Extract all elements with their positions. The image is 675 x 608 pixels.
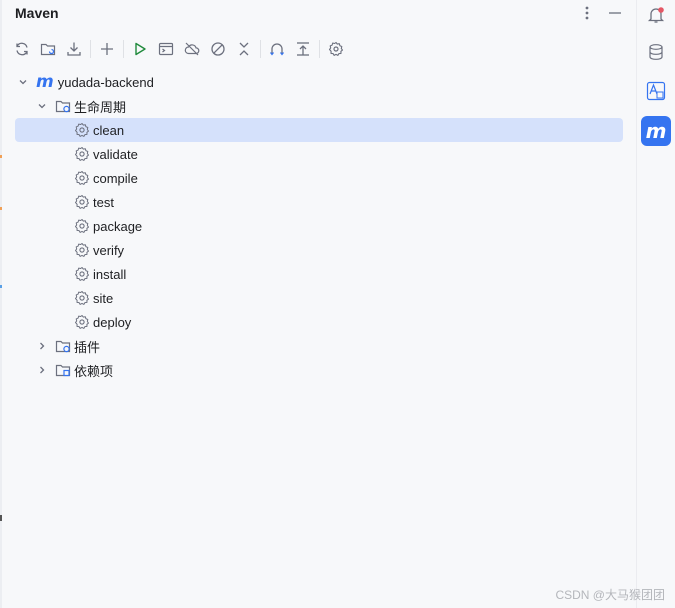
project-label: yudada-backend: [57, 74, 154, 90]
dependencies-label: 依赖项: [74, 363, 114, 379]
generate-sources-icon[interactable]: [38, 38, 58, 60]
gutter-marker: [0, 285, 2, 288]
gutter-marker: [0, 515, 2, 521]
goal-label: validate: [93, 146, 138, 162]
maven-icon: m: [36, 72, 54, 92]
goal-label: site: [93, 290, 114, 306]
tree-node-dependencies[interactable]: 依赖项: [35, 358, 435, 382]
database-button[interactable]: [641, 37, 671, 67]
execute-goal-icon[interactable]: [156, 38, 176, 60]
tree-node-project[interactable]: m yudada-backend: [16, 70, 416, 94]
lifecycle-goal-site[interactable]: site: [74, 286, 374, 310]
expand-all-icon[interactable]: [293, 38, 313, 60]
plugins-label: 插件: [74, 339, 101, 355]
tree-node-lifecycle[interactable]: 生命周期: [35, 94, 435, 118]
run-icon[interactable]: [130, 38, 150, 60]
tool-window-title: Maven: [15, 5, 59, 21]
goal-label: package: [93, 218, 143, 234]
chevron-right-icon[interactable]: [35, 339, 49, 353]
collapse-all-icon[interactable]: [234, 38, 254, 60]
maven-toolbar: [12, 37, 352, 61]
dependencies-folder-icon: [55, 362, 71, 378]
lifecycle-goal-install[interactable]: install: [74, 262, 374, 286]
lifecycle-goal-deploy[interactable]: deploy: [74, 310, 374, 334]
gutter-marker: [0, 155, 2, 158]
tool-window-header: Maven: [0, 0, 636, 26]
maven-button[interactable]: m: [641, 116, 671, 146]
goal-label: test: [93, 194, 114, 210]
minimize-icon[interactable]: [606, 4, 624, 22]
lifecycle-goal-test[interactable]: test: [74, 190, 374, 214]
watermark: CSDN @大马猴团团: [555, 588, 665, 602]
skip-tests-icon[interactable]: [208, 38, 228, 60]
goal-label: compile: [93, 170, 138, 186]
maven-icon: m: [645, 119, 667, 143]
translate-icon: [646, 81, 666, 101]
reload-icon[interactable]: [12, 38, 32, 60]
lifecycle-goal-compile[interactable]: compile: [74, 166, 374, 190]
gear-icon: [74, 170, 90, 186]
goal-label: install: [93, 266, 127, 282]
chevron-right-icon[interactable]: [35, 363, 49, 377]
offline-mode-icon[interactable]: [182, 38, 202, 60]
goal-label: deploy: [93, 314, 132, 330]
lifecycle-goal-clean[interactable]: clean: [15, 118, 623, 142]
gear-icon: [74, 266, 90, 282]
lifecycle-folder-icon: [55, 98, 71, 114]
notifications-button[interactable]: [641, 0, 671, 30]
gear-icon: [74, 290, 90, 306]
gear-icon: [74, 146, 90, 162]
lifecycle-goal-validate[interactable]: validate: [74, 142, 374, 166]
goal-label: verify: [93, 242, 125, 258]
bell-icon: [647, 7, 665, 23]
gear-icon: [74, 242, 90, 258]
lifecycle-goal-package[interactable]: package: [74, 214, 374, 238]
chevron-down-icon[interactable]: [16, 75, 30, 89]
gear-icon: [74, 194, 90, 210]
tree-node-plugins[interactable]: 插件: [35, 334, 435, 358]
download-icon[interactable]: [64, 38, 84, 60]
gear-icon: [74, 314, 90, 330]
translation-button[interactable]: [641, 76, 671, 106]
lifecycle-label: 生命周期: [74, 99, 127, 115]
gear-icon: [74, 122, 90, 138]
build-settings-icon[interactable]: [326, 38, 346, 60]
goal-label: clean: [93, 122, 125, 138]
right-tool-stripe: m: [637, 0, 675, 608]
database-icon: [649, 44, 663, 60]
maven-tool-window: Maven m yudada-backend 生命周期 clean valida…: [0, 0, 637, 608]
gear-icon: [74, 218, 90, 234]
more-options-icon[interactable]: [578, 4, 596, 22]
plugins-folder-icon: [55, 338, 71, 354]
chevron-down-icon[interactable]: [35, 99, 49, 113]
show-dependencies-icon[interactable]: [267, 38, 287, 60]
lifecycle-goal-verify[interactable]: verify: [74, 238, 374, 262]
add-icon[interactable]: [97, 38, 117, 60]
gutter-marker: [0, 207, 2, 210]
